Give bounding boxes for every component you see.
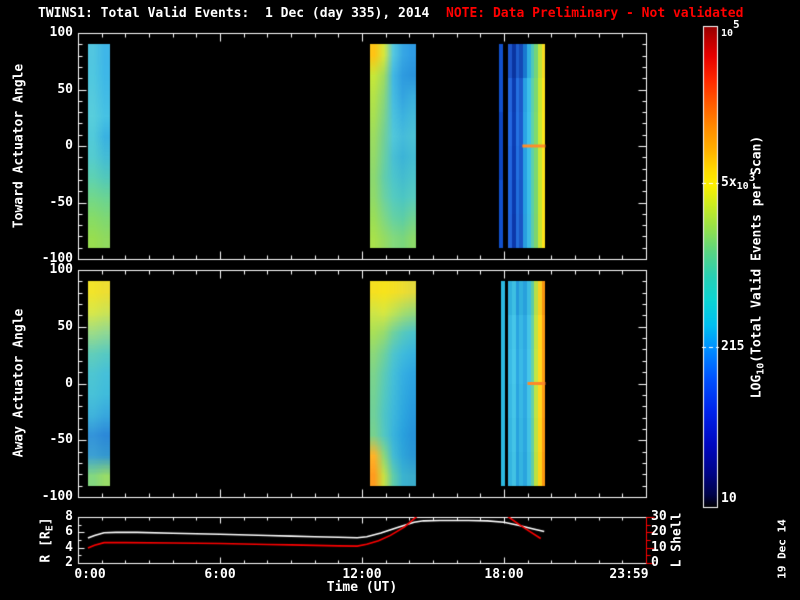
- y-tick-label: 0: [0, 138, 73, 154]
- y-tick-label: 50: [0, 319, 73, 335]
- colorbar-tick-label: 5x103: [721, 175, 755, 192]
- time-tick-label: 12:00: [327, 567, 397, 583]
- l-tick-label: 20: [651, 524, 667, 540]
- time-tick-label: 0:00: [55, 567, 125, 583]
- r-tick-label: 4: [0, 540, 73, 556]
- date-stamp: 19 Dec 14: [776, 519, 789, 579]
- time-tick-label: 6:00: [185, 567, 255, 583]
- y-tick-label: 100: [0, 262, 73, 278]
- y-tick-label: -50: [0, 195, 73, 211]
- twins-spectrogram-window: TWINS1: Total Valid Events: 1 Dec (day 3…: [0, 0, 800, 600]
- preliminary-note: NOTE: Data Preliminary - Not validated: [446, 6, 743, 22]
- colorbar-tick-label: 215: [721, 339, 744, 355]
- r-tick-label: 6: [0, 524, 73, 540]
- y-tick-label: 100: [0, 25, 73, 41]
- l-tick-label: 30: [651, 509, 667, 525]
- time-tick-label: 23:59: [594, 567, 664, 583]
- y-tick-label: -100: [0, 489, 73, 505]
- colorbar-tick-label: 105: [721, 22, 740, 39]
- l-tick-label: 10: [651, 540, 667, 556]
- plot-title: TWINS1: Total Valid Events: 1 Dec (day 3…: [38, 6, 429, 22]
- y-tick-label: 50: [0, 82, 73, 98]
- lshell-axis-title: L Shell: [670, 513, 685, 568]
- y-tick-label: -50: [0, 432, 73, 448]
- y-tick-label: 0: [0, 376, 73, 392]
- colorbar-tick-label: 10: [721, 491, 737, 507]
- r-tick-label: 8: [0, 509, 73, 525]
- time-tick-label: 18:00: [469, 567, 539, 583]
- spectrogram-canvas: [0, 0, 800, 600]
